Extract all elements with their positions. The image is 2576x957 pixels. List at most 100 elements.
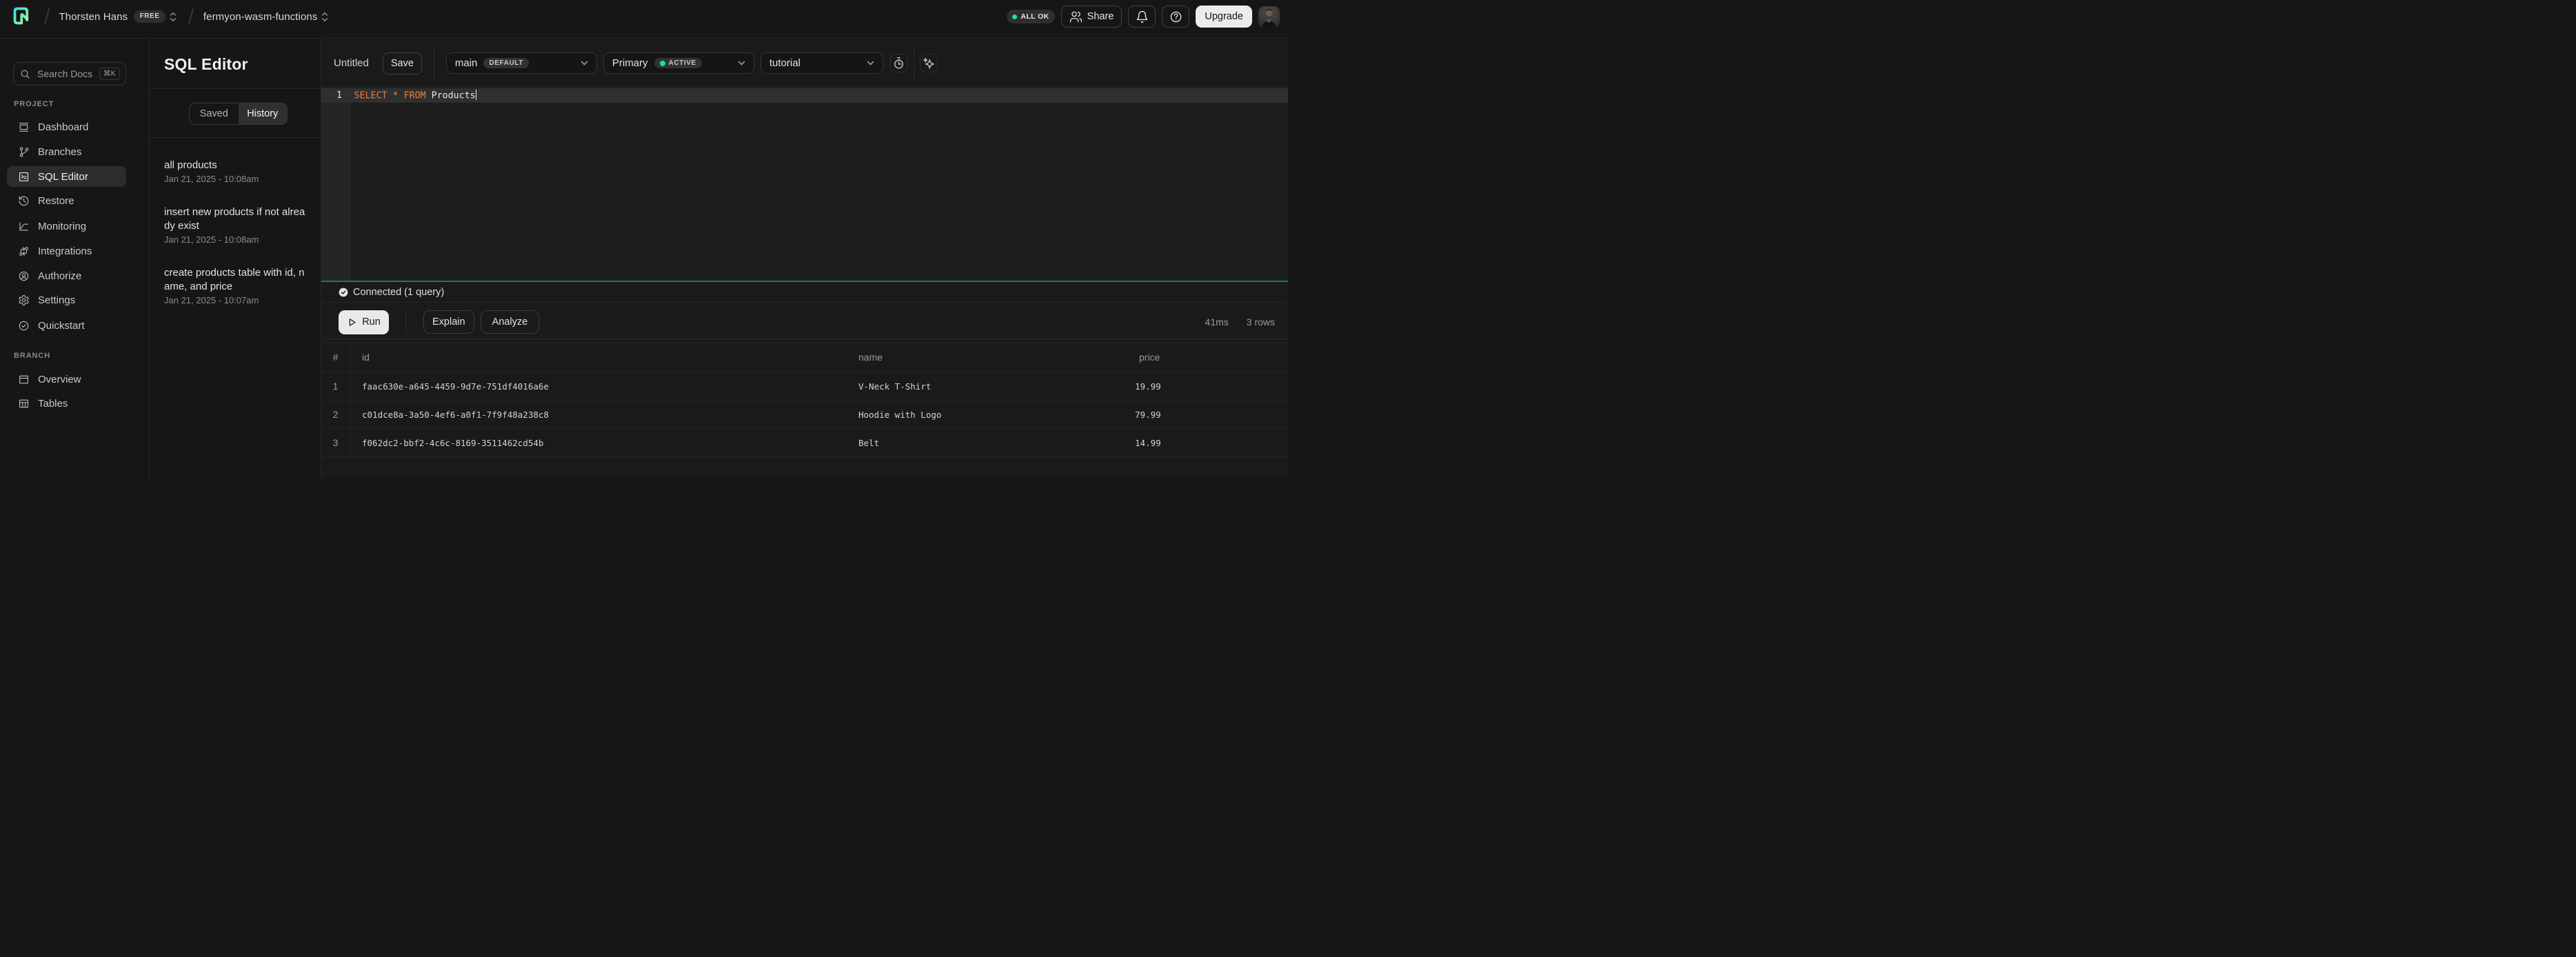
active-dot-icon — [660, 61, 665, 66]
help-button[interactable] — [1162, 6, 1189, 28]
col-header-id: id — [350, 352, 847, 363]
upgrade-label: Upgrade — [1205, 11, 1243, 22]
results-header-row: # id name price — [321, 343, 1288, 372]
row-index: 1 — [321, 372, 350, 400]
table-row[interactable]: 1 faac630e-a645-4459-9d7e-751df4016a6e V… — [321, 372, 1288, 401]
table-row[interactable]: 2 c01dce8a-3a50-4ef6-a0f1-7f9f48a238c8 H… — [321, 401, 1288, 429]
sparkles-icon — [922, 57, 936, 70]
col-header-name: name — [847, 352, 1123, 363]
saved-history-tabs: Saved History — [189, 103, 288, 125]
sidebar-item-label: Dashboard — [38, 121, 88, 133]
status-label: ALL OK — [1020, 12, 1049, 21]
analyze-button[interactable]: Analyze — [481, 310, 540, 334]
chevron-down-icon — [581, 61, 588, 66]
actions-divider — [405, 313, 406, 332]
page-title: SQL Editor — [164, 55, 248, 74]
sidebar-item-overview[interactable]: Overview — [7, 369, 126, 390]
sidebar: Search Docs ⌘K PROJECT Dashboard Branche… — [0, 39, 150, 479]
sidebar-item-restore[interactable]: Restore — [7, 191, 126, 212]
compute-active-badge: ACTIVE — [654, 58, 702, 68]
dashboard-icon — [18, 121, 30, 133]
history-entry-title: insert new products if not already exist — [164, 205, 308, 233]
main-area: Untitled Save main DEFAULT Primary ACTIV… — [321, 39, 1288, 479]
project-section-label: PROJECT — [14, 100, 54, 108]
search-icon — [20, 69, 30, 79]
query-name[interactable]: Untitled — [334, 57, 369, 69]
sidebar-item-integrations[interactable]: Integrations — [7, 241, 126, 261]
notifications-button[interactable] — [1128, 6, 1156, 28]
sidebar-item-sql-editor[interactable]: SQL Editor — [7, 166, 126, 187]
sidebar-item-branches[interactable]: Branches — [7, 141, 126, 162]
bell-icon — [1136, 10, 1149, 23]
cell-name: Belt — [847, 438, 1123, 448]
history-entry-time: Jan 21, 2025 - 10:08am — [164, 172, 308, 185]
ai-assist-button[interactable] — [920, 54, 938, 72]
sidebar-item-authorize[interactable]: Authorize — [7, 265, 126, 286]
sidebar-item-tables[interactable]: Tables — [7, 394, 126, 414]
user-avatar[interactable] — [1258, 6, 1280, 28]
connection-status-text: Connected (1 query) — [353, 287, 444, 298]
cell-price: 14.99 — [1123, 438, 1288, 448]
query-history-button[interactable] — [890, 54, 908, 72]
sql-terminal-icon — [18, 171, 30, 183]
stopwatch-icon — [892, 57, 905, 70]
history-entry-title: all products — [164, 159, 308, 172]
project-unfold-icon[interactable] — [321, 12, 328, 22]
sidebar-item-label: SQL Editor — [38, 171, 88, 183]
check-circle-icon — [339, 288, 348, 297]
cell-price: 79.99 — [1123, 410, 1288, 420]
history-entry[interactable]: insert new products if not already exist… — [164, 205, 308, 246]
history-entry-time: Jan 21, 2025 - 10:08am — [164, 233, 308, 246]
results-table: # id name price 1 faac630e-a645-4459-9d7… — [321, 342, 1288, 479]
user-circle-icon — [18, 270, 30, 282]
database-select[interactable]: tutorial — [761, 52, 883, 74]
sidebar-item-label: Integrations — [38, 245, 92, 257]
share-label: Share — [1087, 11, 1114, 22]
sidebar-item-label: Tables — [38, 398, 68, 410]
neon-logo-icon[interactable] — [12, 6, 32, 26]
history-entry[interactable]: all products Jan 21, 2025 - 10:08am — [164, 159, 308, 185]
run-button[interactable]: Run — [339, 310, 389, 334]
cell-id: f062dc2-bbf2-4c6c-8169-3511462cd54b — [350, 438, 847, 448]
branch-select[interactable]: main DEFAULT — [446, 52, 597, 74]
cell-id: faac630e-a645-4459-9d7e-751df4016a6e — [350, 381, 847, 392]
status-dot-icon — [1012, 14, 1017, 19]
explain-button[interactable]: Explain — [423, 310, 474, 334]
org-unfold-icon[interactable] — [170, 12, 177, 22]
table-row[interactable]: 3 f062dc2-bbf2-4c6c-8169-3511462cd54b Be… — [321, 429, 1288, 457]
sidebar-item-monitoring[interactable]: Monitoring — [7, 216, 126, 236]
tab-history[interactable]: History — [239, 103, 288, 124]
editor-toolbar: Untitled Save main DEFAULT Primary ACTIV… — [321, 39, 1288, 88]
upgrade-button[interactable]: Upgrade — [1196, 6, 1252, 28]
history-entry[interactable]: create products table with id, name, and… — [164, 266, 308, 307]
tab-saved[interactable]: Saved — [190, 103, 239, 124]
sidebar-item-settings[interactable]: Settings — [7, 290, 126, 311]
history-entry-title: create products table with id, name, and… — [164, 266, 308, 294]
compute-select-value: Primary — [612, 57, 648, 69]
history-clock-icon — [18, 195, 30, 207]
breadcrumb: Thorsten Hans FREE fermyon-wasm-function… — [0, 6, 328, 27]
code-line-1: 1 SELECT * FROM Products — [321, 88, 1288, 103]
row-index: 3 — [321, 429, 350, 456]
sidebar-item-quickstart[interactable]: Quickstart — [7, 315, 126, 336]
share-button[interactable]: Share — [1061, 6, 1123, 28]
play-icon — [347, 317, 357, 328]
search-docs-input[interactable]: Search Docs ⌘K — [13, 62, 126, 85]
panel-divider — [150, 88, 321, 89]
save-button[interactable]: Save — [383, 52, 422, 74]
sidebar-item-label: Branches — [38, 146, 81, 158]
query-row-count: 3 rows — [1247, 316, 1275, 328]
check-circle-icon — [18, 320, 30, 332]
breadcrumb-project[interactable]: fermyon-wasm-functions — [203, 11, 318, 23]
compute-select[interactable]: Primary ACTIVE — [603, 52, 754, 74]
sidebar-item-dashboard[interactable]: Dashboard — [7, 117, 126, 137]
history-entry-time: Jan 21, 2025 - 10:07am — [164, 294, 308, 307]
avatar-image — [1258, 6, 1280, 28]
status-badge[interactable]: ALL OK — [1007, 10, 1055, 23]
help-circle-icon — [1169, 10, 1183, 23]
code-editor[interactable]: 1 SELECT * FROM Products — [321, 88, 1288, 281]
col-header-price: price — [1123, 352, 1288, 363]
sidebar-item-label: Overview — [38, 374, 81, 385]
breadcrumb-org[interactable]: Thorsten Hans — [59, 11, 128, 23]
chart-curve-icon — [18, 221, 30, 232]
